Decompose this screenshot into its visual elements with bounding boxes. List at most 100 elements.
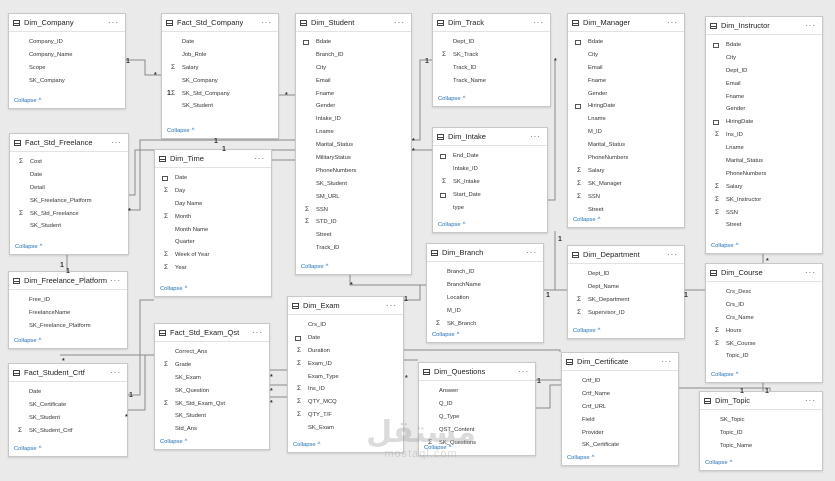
field-row[interactable]: Scope [9,62,125,75]
collapse-link[interactable]: Collapse ^ [15,244,42,250]
more-options-icon[interactable]: ··· [261,18,272,27]
field-row[interactable]: Track_ID [296,242,411,255]
collapse-link[interactable]: Collapse ^ [160,439,187,445]
field-row[interactable]: PhoneNumbers [706,168,822,181]
table-header[interactable]: Dim_Student ··· [296,14,411,32]
table-header[interactable]: Fact_Std_Exam_Qst ··· [155,324,269,342]
collapse-link[interactable]: Collapse ^ [711,372,738,378]
field-row[interactable]: Fname [706,91,822,104]
field-row[interactable]: Std_Ans [155,423,269,436]
field-row[interactable]: Σ STD_ID [296,216,411,229]
field-row[interactable]: Job_Role [162,49,278,62]
table-card-dim-course[interactable]: Dim_Course ··· Crs_Desc Crs_ID Crs_Name Σ Hour… [705,263,823,383]
field-row[interactable]: Σ SK_Manager [568,178,684,191]
field-row[interactable]: Σ SK_Branch [427,318,543,331]
field-row[interactable]: Crs_Name [706,312,822,325]
field-row[interactable]: Σ SK_Course [706,338,822,351]
table-card-dim-intake[interactable]: Dim_Intake ··· End_Date Intake_ID Σ SK_Intake… [432,127,548,233]
collapse-link[interactable]: Collapse ^ [14,98,41,104]
field-row[interactable]: Σ SSN [568,191,684,204]
field-row[interactable]: Dept_ID [433,36,550,49]
field-row[interactable]: Street [568,204,684,217]
field-row[interactable]: Date [10,169,128,182]
more-options-icon[interactable]: ··· [805,268,816,277]
table-header[interactable]: Dim_Department ··· [568,246,684,264]
table-card-dim-instructor[interactable]: Dim_Instructor ··· Bdate City Dept_ID Email Fn… [705,16,823,254]
relationship-line[interactable] [534,384,561,409]
collapse-link[interactable]: Collapse ^ [567,455,594,461]
more-options-icon[interactable]: ··· [252,328,263,337]
field-row[interactable]: Σ SK_Instructor [706,194,822,207]
field-row[interactable]: Month Name [155,224,271,237]
field-row[interactable]: Σ Ins_ID [706,129,822,142]
more-options-icon[interactable]: ··· [526,248,537,257]
field-row[interactable]: Topic_Name [700,440,822,453]
field-row[interactable]: Quarter [155,236,271,249]
collapse-link[interactable]: Collapse ^ [573,328,600,334]
field-row[interactable]: SK_Company [9,75,125,88]
field-row[interactable]: End_Date [433,150,547,163]
table-header[interactable]: Dim_Manager ··· [568,14,684,32]
collapse-link[interactable]: Collapse ^ [14,338,41,344]
collapse-link[interactable]: Collapse ^ [160,286,187,292]
table-header[interactable]: Dim_Topic ··· [700,392,822,410]
field-row[interactable]: Σ Cost [10,156,128,169]
table-card-dim-track[interactable]: Dim_Track ··· Dept_ID Σ SK_Track Track_ID Trac… [432,13,551,107]
field-row[interactable]: Track_Name [433,75,550,88]
field-row[interactable]: Intake_ID [433,163,547,176]
field-row[interactable]: Day Name [155,198,271,211]
field-row[interactable]: Free_ID [9,294,127,307]
field-row[interactable]: PhoneNumbers [296,165,411,178]
more-options-icon[interactable]: ··· [108,18,119,27]
collapse-link[interactable]: Collapse ^ [573,217,600,223]
relationship-line[interactable] [402,349,561,352]
field-row[interactable]: Σ SK_Std_Freelance [10,208,128,221]
field-row[interactable]: MilitaryStatus [296,152,411,165]
field-row[interactable]: Lname [296,126,411,139]
more-options-icon[interactable]: ··· [661,357,672,366]
field-row[interactable]: HiringDate [706,116,822,129]
field-row[interactable]: Crs_Desc [706,286,822,299]
relationship-line[interactable] [126,299,154,396]
field-row[interactable]: FreelanceName [9,307,127,320]
field-row[interactable]: Σ Week of Year [155,249,271,262]
field-row[interactable]: City [296,62,411,75]
field-row[interactable]: Σ Day [155,185,271,198]
collapse-link[interactable]: Collapse ^ [432,332,459,338]
field-row[interactable]: Σ Supervisor_ID [568,307,684,320]
collapse-link[interactable]: Collapse ^ [14,446,41,452]
field-row[interactable]: City [706,52,822,65]
table-header[interactable]: Dim_Company ··· [9,14,125,32]
field-row[interactable]: Street [296,229,411,242]
field-row[interactable]: M_ID [427,305,543,318]
table-card-dim-certificate[interactable]: Dim_Certificate ··· Crtf_ID Crtf_Name Crtf_U… [561,352,679,466]
table-card-dim-manager[interactable]: Dim_Manager ··· Bdate City Email Fname Gender H… [567,13,685,228]
field-row[interactable]: Track_ID [433,62,550,75]
field-row[interactable]: Σ SSN [706,207,822,220]
field-row[interactable]: BranchName [427,279,543,292]
field-row[interactable]: Location [427,292,543,305]
field-row[interactable]: Σ Year [155,262,271,275]
collapse-link[interactable]: Collapse ^ [293,442,320,448]
field-row[interactable]: SK_Student [9,412,127,425]
collapse-link[interactable]: Collapse ^ [438,222,465,228]
field-row[interactable]: Σ SK_Student_Crtf [9,425,127,438]
field-row[interactable]: Σ SK_Track [433,49,550,62]
table-header[interactable]: Dim_Questions ··· [419,363,535,381]
field-row[interactable]: Fname [568,75,684,88]
field-row[interactable]: Σ SK_Std_Exam_Qst [155,398,269,411]
field-row[interactable]: SK_Certificate [562,439,678,452]
field-row[interactable]: Provider [562,427,678,440]
more-options-icon[interactable]: ··· [111,138,122,147]
field-row[interactable]: SK_Question [155,385,269,398]
field-row[interactable]: Bdate [296,36,411,49]
field-row[interactable]: SK_Freelance_Platform [10,195,128,208]
field-row[interactable]: HiringDate [568,100,684,113]
table-header[interactable]: Dim_Course ··· [706,264,822,282]
more-options-icon[interactable]: ··· [533,18,544,27]
field-row[interactable]: Marital_Status [296,139,411,152]
field-row[interactable]: type [433,202,547,215]
table-header[interactable]: Dim_Exam ··· [288,297,403,315]
field-row[interactable]: Lname [568,113,684,126]
field-row[interactable]: Gender [296,100,411,113]
